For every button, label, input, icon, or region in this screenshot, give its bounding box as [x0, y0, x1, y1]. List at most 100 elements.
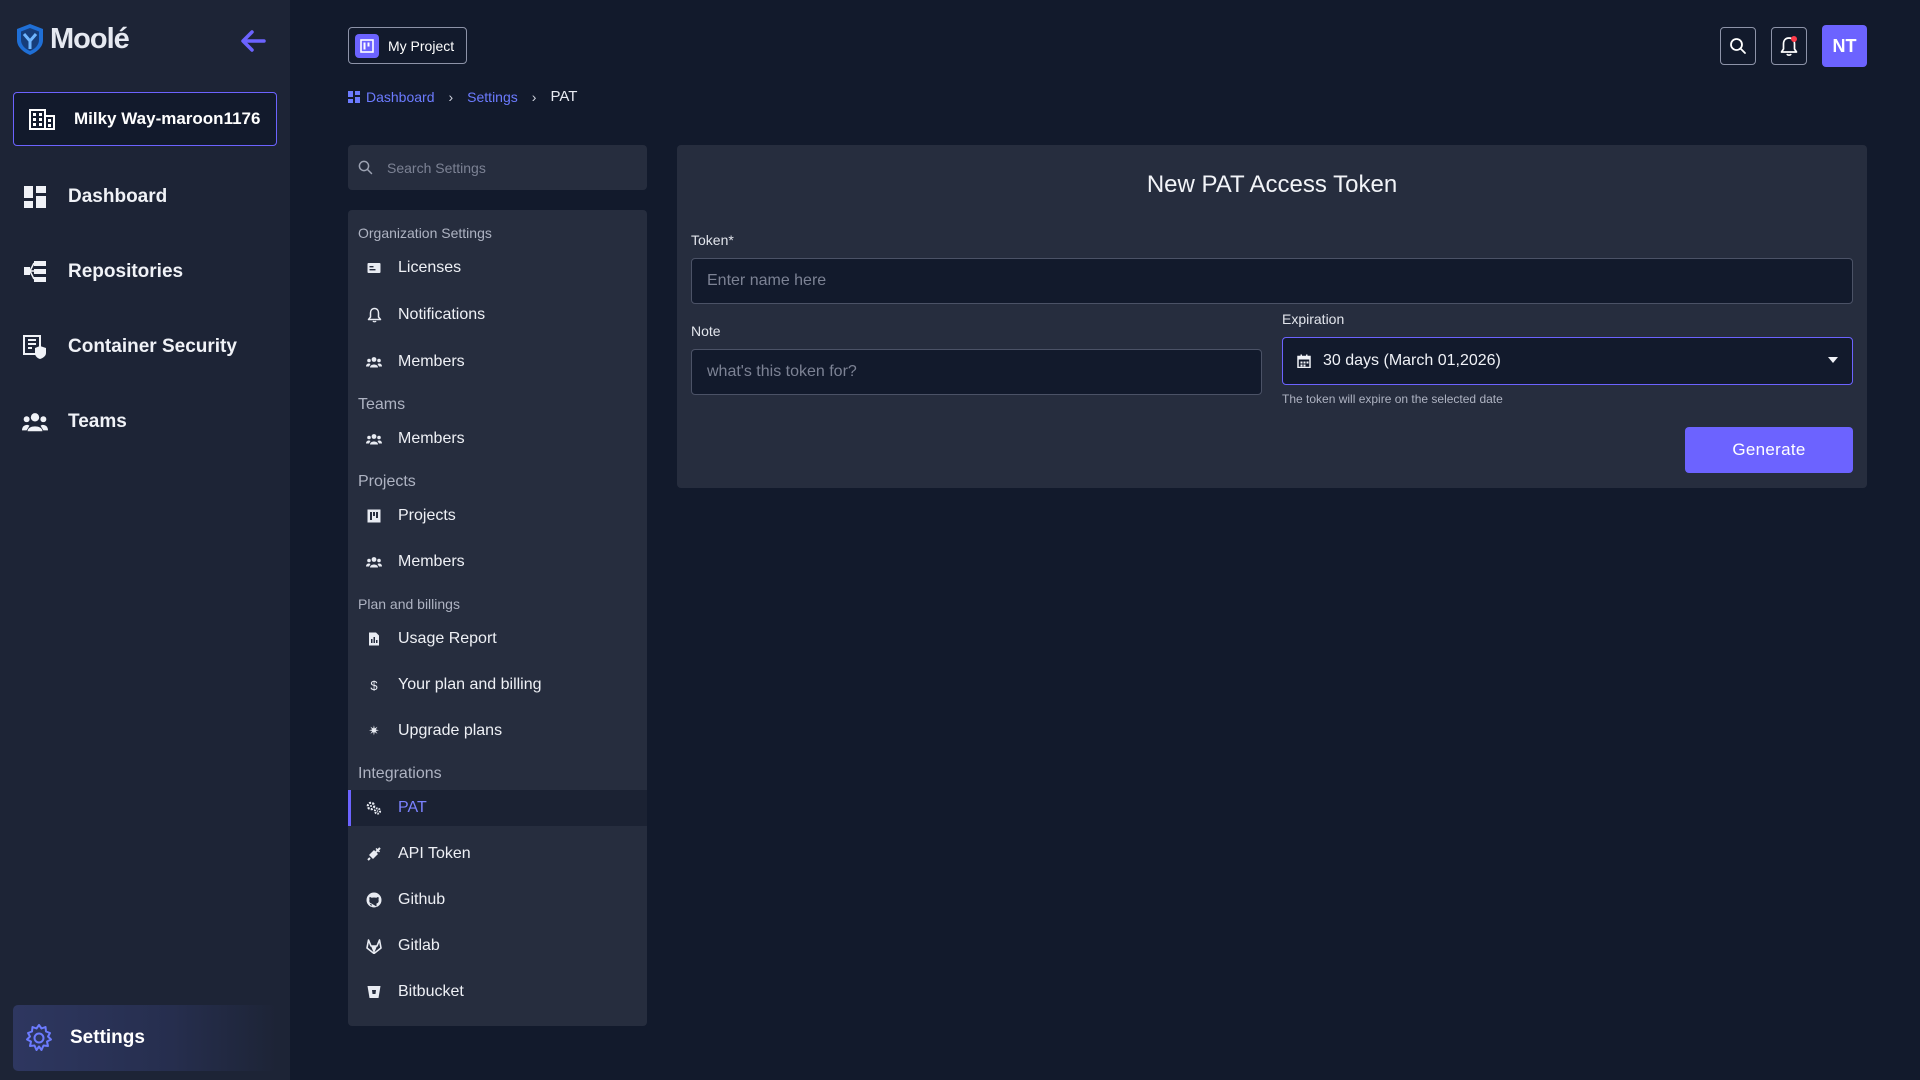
caret-down-icon — [1828, 357, 1838, 363]
token-name-input[interactable] — [691, 258, 1853, 304]
container-security-icon — [22, 334, 48, 360]
collapse-sidebar-button[interactable] — [236, 24, 270, 58]
menu-section-organization: Organization Settings — [358, 225, 492, 241]
menu-item-label: Members — [398, 353, 465, 370]
menu-item-licenses[interactable]: Licenses — [348, 250, 647, 286]
menu-section-projects: Projects — [358, 473, 416, 490]
menu-item-org-members[interactable]: Members — [348, 344, 647, 380]
settings-menu: Organization Settings Licenses Notificat… — [348, 210, 647, 1026]
menu-item-label: Your plan and billing — [398, 676, 542, 693]
search-icon — [1730, 38, 1746, 54]
building-icon — [29, 109, 55, 130]
user-avatar[interactable]: NT — [1822, 25, 1867, 67]
menu-item-notifications[interactable]: Notifications — [348, 297, 647, 333]
menu-item-label: Licenses — [398, 259, 462, 276]
breadcrumb-settings-link[interactable]: Settings — [467, 89, 518, 105]
license-card-icon — [366, 260, 382, 276]
expiration-value: 30 days (March 01,2026) — [1323, 352, 1501, 369]
github-icon — [366, 892, 382, 908]
menu-item-label: Members — [398, 430, 465, 447]
settings-search-input[interactable] — [387, 159, 627, 176]
note-input[interactable] — [691, 349, 1262, 395]
sidebar: Moolé Milky Way-maroon1176 Dashboard Rep… — [0, 0, 290, 1080]
menu-item-label: Members — [398, 553, 465, 570]
plug-icon — [366, 846, 382, 862]
sidebar-item-label: Teams — [68, 411, 127, 432]
sidebar-item-label: Repositories — [68, 261, 184, 282]
menu-item-plan-billing[interactable]: $ Your plan and billing — [348, 667, 647, 703]
menu-item-usage-report[interactable]: Usage Report — [348, 621, 647, 657]
menu-item-gitlab[interactable]: Gitlab — [348, 928, 647, 964]
brand-logo[interactable]: Moolé — [14, 22, 130, 56]
menu-item-label: Gitlab — [398, 937, 440, 954]
menu-item-projects-members[interactable]: Members — [348, 544, 647, 580]
sidebar-item-repositories[interactable]: Repositories — [22, 250, 183, 294]
note-label: Note — [691, 323, 721, 339]
menu-item-pat[interactable]: PAT — [348, 790, 647, 826]
menu-item-projects[interactable]: Projects — [348, 498, 647, 534]
teams-icon — [22, 409, 48, 435]
repositories-icon — [22, 259, 48, 285]
bitbucket-icon — [366, 984, 382, 1000]
members-icon — [366, 554, 382, 570]
project-selector-button[interactable]: My Project — [348, 27, 468, 64]
expiration-select[interactable]: 30 days (March 01,2026) — [1282, 337, 1853, 385]
menu-item-label: Github — [398, 891, 446, 908]
menu-section-plan-billing: Plan and billings — [358, 596, 460, 612]
menu-item-label: Bitbucket — [398, 983, 464, 1000]
sidebar-item-label: Dashboard — [68, 186, 168, 207]
menu-item-label: Notifications — [398, 306, 486, 323]
expiration-label: Expiration — [1282, 311, 1345, 327]
gitlab-icon — [366, 938, 382, 954]
sidebar-item-dashboard[interactable]: Dashboard — [22, 175, 167, 219]
sidebar-item-container-security[interactable]: Container Security — [22, 325, 237, 369]
dashboard-icon — [348, 90, 360, 103]
menu-section-teams: Teams — [358, 396, 406, 413]
project-board-icon — [366, 508, 382, 524]
settings-label: Settings — [70, 1027, 145, 1048]
organization-name: Milky Way-maroon1176 — [74, 109, 261, 128]
calendar-icon — [1297, 354, 1311, 368]
menu-item-github[interactable]: Github — [348, 882, 647, 918]
menu-item-label: Upgrade plans — [398, 722, 503, 739]
breadcrumb-current: PAT — [550, 88, 578, 105]
cogs-icon — [366, 800, 382, 816]
organization-selector[interactable]: Milky Way-maroon1176 — [13, 92, 277, 146]
project-icon — [355, 33, 379, 58]
sidebar-item-teams[interactable]: Teams — [22, 400, 127, 444]
settings-search-box — [348, 145, 647, 190]
bell-icon — [1780, 36, 1798, 56]
sidebar-item-settings[interactable]: Settings — [13, 1005, 277, 1071]
dashboard-icon — [22, 184, 48, 210]
report-document-icon — [366, 631, 382, 647]
arrow-left-icon — [241, 30, 266, 52]
members-icon — [366, 354, 382, 370]
search-icon — [358, 160, 373, 175]
menu-item-api-token[interactable]: API Token — [348, 836, 647, 872]
expiration-helper-text: The token will expire on the selected da… — [1282, 392, 1503, 406]
brand-name: Moolé — [50, 22, 130, 55]
card-title: New PAT Access Token — [1146, 171, 1398, 198]
global-search-button[interactable] — [1720, 27, 1756, 65]
menu-item-upgrade-plans[interactable]: ✷ Upgrade plans — [348, 713, 647, 749]
menu-section-integrations: Integrations — [358, 765, 442, 782]
chevron-right-icon: › — [531, 88, 537, 105]
breadcrumb-dashboard-link[interactable]: Dashboard — [348, 89, 435, 105]
menu-item-label: PAT — [398, 799, 427, 816]
notifications-button[interactable] — [1771, 27, 1807, 65]
dollar-icon: $ — [370, 677, 378, 693]
new-pat-card: New PAT Access Token Token* Note Expirat… — [677, 145, 1867, 488]
project-label: My Project — [388, 37, 455, 54]
breadcrumb-dashboard-label: Dashboard — [366, 88, 435, 105]
token-label: Token* — [691, 232, 734, 248]
generate-button[interactable]: Generate — [1685, 427, 1853, 473]
breadcrumb: Dashboard › Settings › PAT — [348, 88, 577, 105]
menu-item-teams-members[interactable]: Members — [348, 421, 647, 457]
moole-shield-icon — [17, 24, 43, 55]
menu-item-label: API Token — [398, 845, 471, 862]
menu-item-label: Usage Report — [398, 630, 497, 647]
sparkle-icon: ✷ — [368, 723, 380, 738]
members-icon — [366, 431, 382, 447]
menu-item-bitbucket[interactable]: Bitbucket — [348, 974, 647, 1010]
gear-icon — [26, 1024, 52, 1051]
